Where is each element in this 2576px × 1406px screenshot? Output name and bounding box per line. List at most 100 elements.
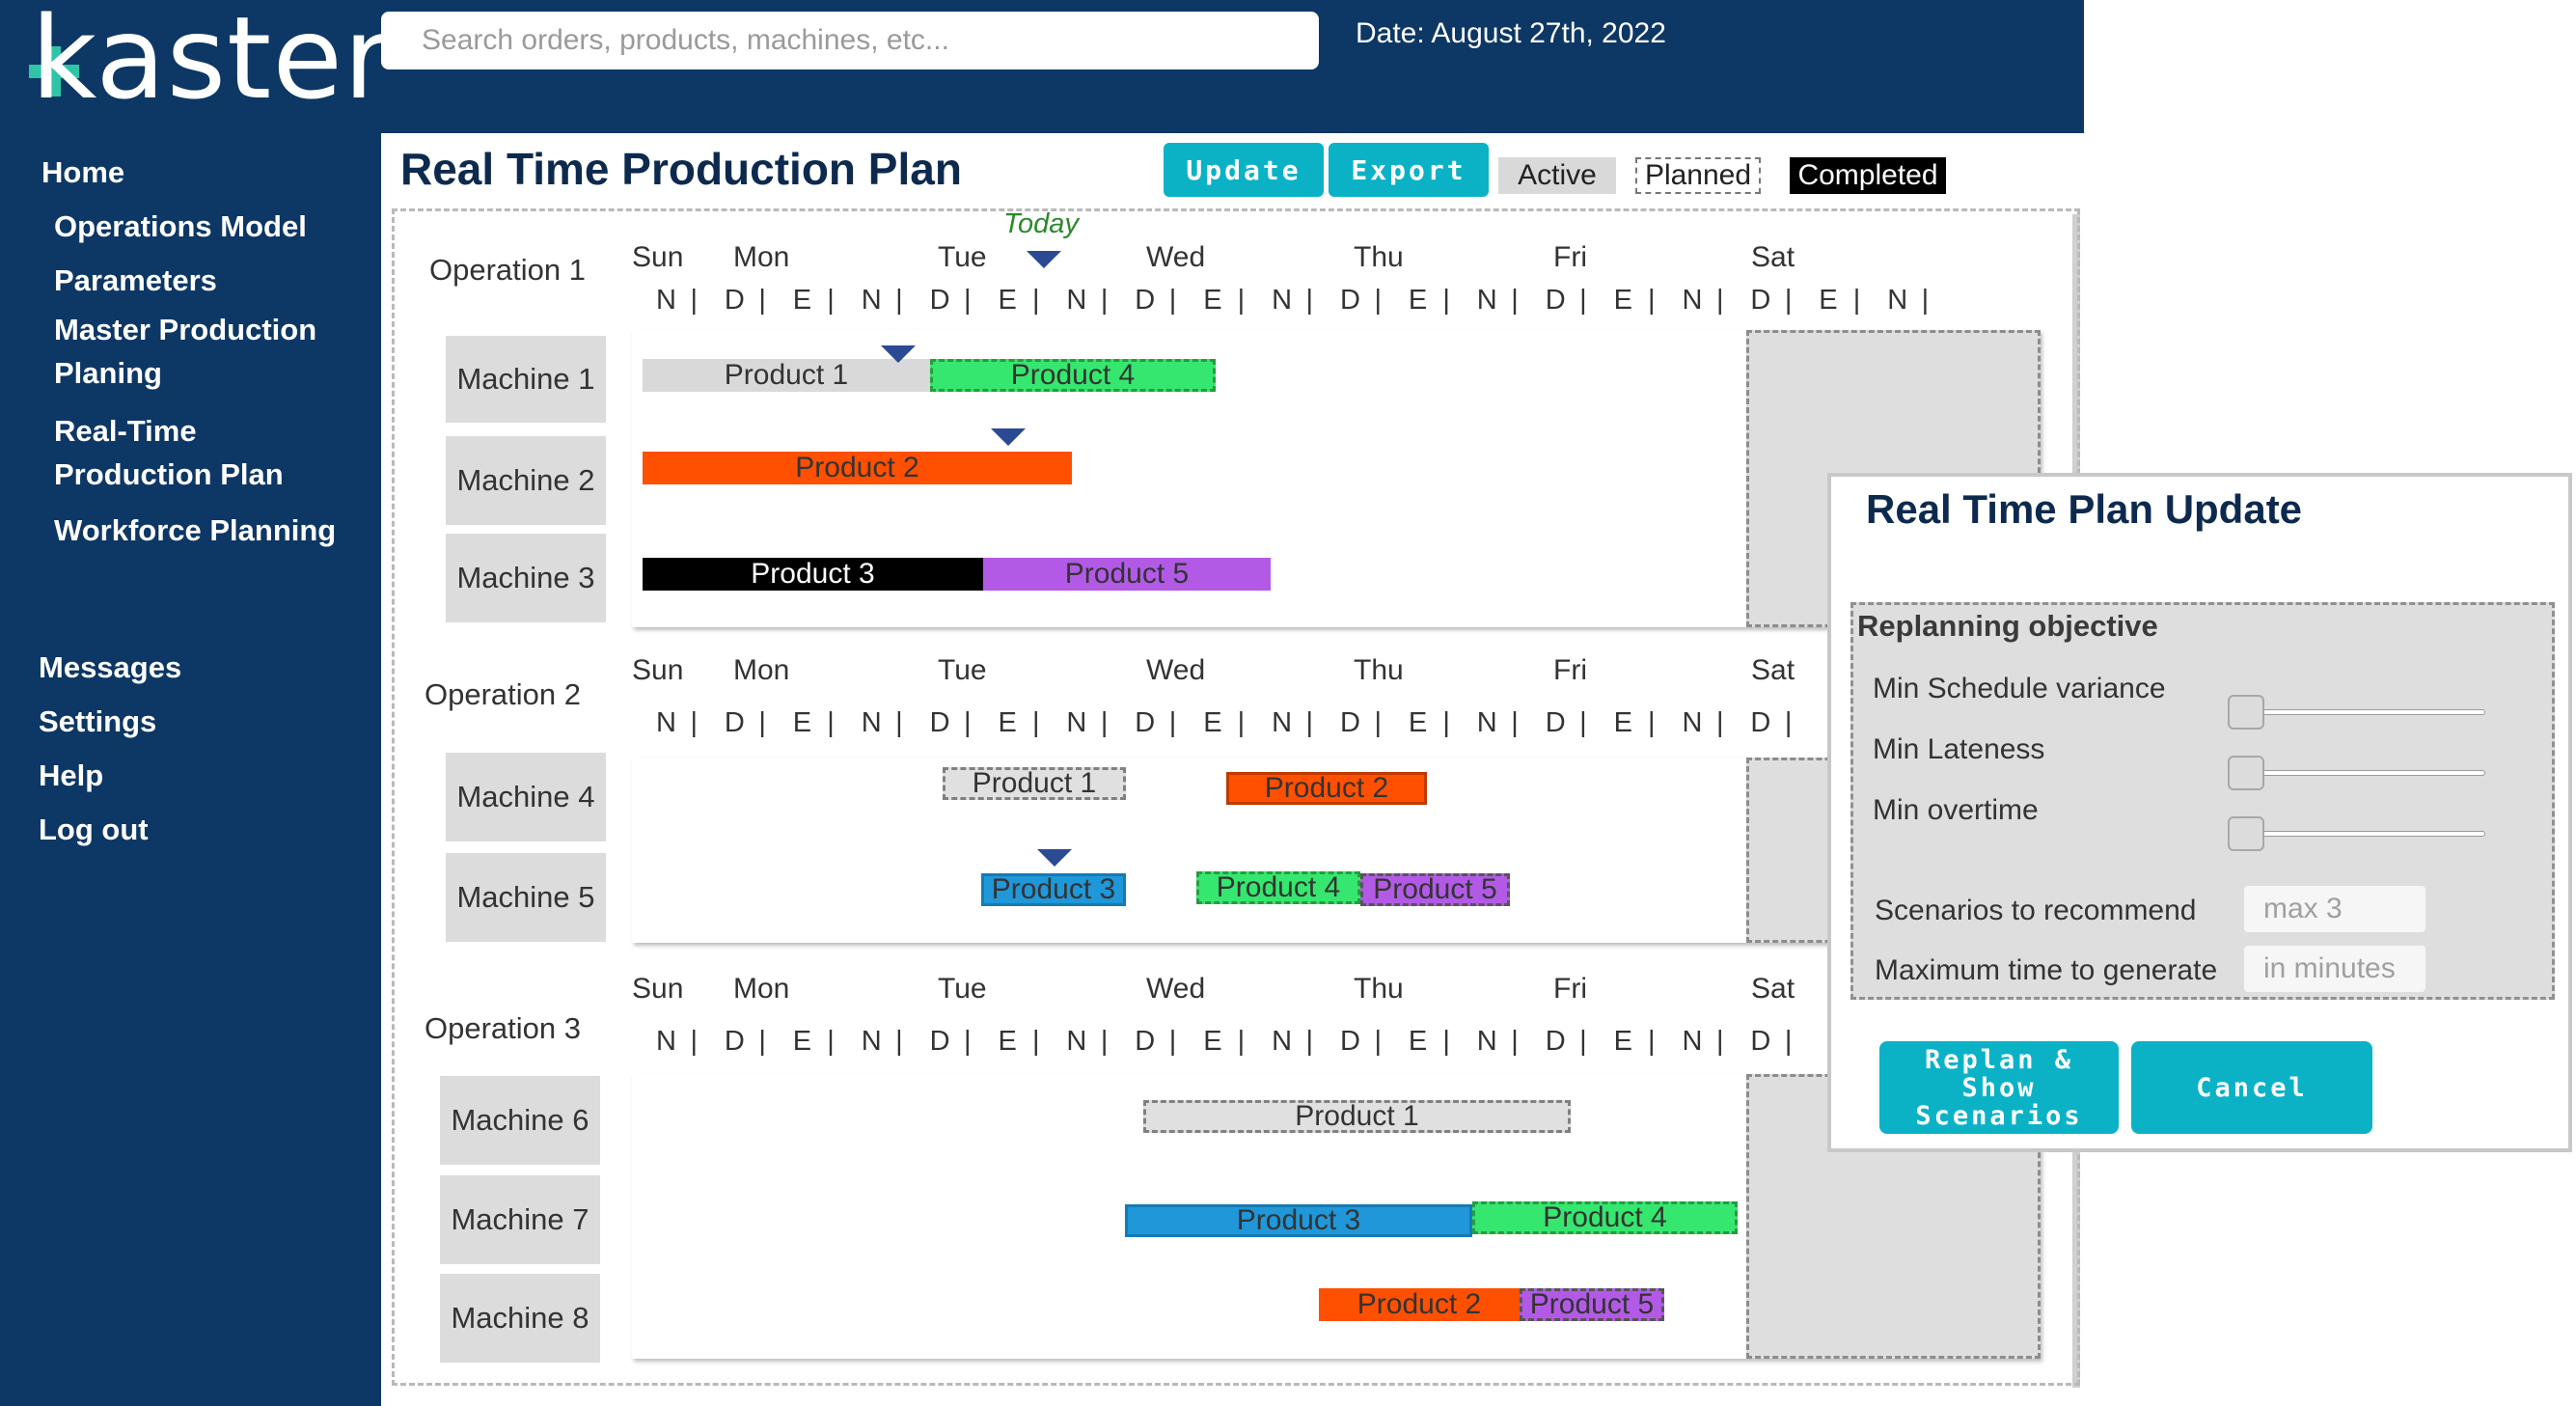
product-bar[interactable]: Product 1	[1143, 1100, 1571, 1133]
objective-slider-knob[interactable]	[2228, 756, 2264, 790]
nav-help[interactable]: Help	[39, 755, 103, 797]
shift-code: N	[1272, 707, 1293, 738]
day-label: Sat	[1751, 241, 1795, 273]
shift-code: |	[1511, 1026, 1519, 1057]
nav-master-production-line1[interactable]: Master Production	[54, 309, 316, 351]
shift-code: |	[1715, 1026, 1724, 1057]
nav-realtime-line2[interactable]: Production Plan	[54, 454, 284, 496]
nav-logout[interactable]: Log out	[39, 809, 149, 851]
shift-code: |	[690, 285, 698, 316]
shift-code: N	[1682, 707, 1703, 738]
shift-code: |	[1715, 285, 1724, 316]
nav-settings[interactable]: Settings	[39, 701, 156, 743]
replan-label-line1: Replan & Show	[1924, 1044, 2074, 1103]
cancel-button[interactable]: Cancel	[2131, 1041, 2372, 1134]
shift-code: N	[656, 707, 676, 738]
product-bar[interactable]: Product 4	[1472, 1201, 1738, 1234]
shift-code: D	[1340, 1026, 1360, 1057]
product-bar[interactable]: Product 1	[643, 359, 930, 392]
objective-slider-knob[interactable]	[2228, 816, 2264, 851]
day-label: Thu	[1354, 241, 1404, 273]
shift-code: N	[861, 707, 882, 738]
shift-code: |	[1237, 285, 1246, 316]
shift-code: D	[724, 1026, 745, 1057]
machine-label[interactable]: Machine 7	[440, 1175, 600, 1264]
product-bar[interactable]: Product 4	[930, 359, 1216, 392]
shift-code: N	[1887, 285, 1908, 316]
objective-slider-knob[interactable]	[2228, 695, 2264, 730]
product-bar[interactable]: Product 2	[1226, 772, 1427, 805]
objective-slider-track[interactable]	[2239, 831, 2485, 837]
nav-messages[interactable]: Messages	[39, 647, 181, 689]
shift-code: |	[1715, 707, 1724, 738]
machine-label[interactable]: Machine 2	[446, 436, 606, 525]
product-bar[interactable]: Product 3	[981, 873, 1126, 906]
product-bar[interactable]: Product 5	[983, 558, 1271, 591]
nav-operations-model[interactable]: Operations Model	[54, 206, 307, 248]
max-time-input[interactable]	[2244, 946, 2425, 992]
machine-label[interactable]: Machine 3	[446, 534, 606, 622]
day-label: Wed	[1146, 654, 1206, 686]
export-button[interactable]: Export	[1329, 143, 1489, 197]
shift-code: D	[1750, 285, 1771, 316]
nav-home[interactable]: Home	[41, 152, 124, 194]
shift-code: E	[1408, 707, 1428, 738]
search-input[interactable]	[381, 12, 1319, 69]
product-bar[interactable]: Product 2	[643, 452, 1072, 484]
product-bar[interactable]: Product 5	[1360, 873, 1510, 906]
machine-label[interactable]: Machine 6	[440, 1076, 600, 1165]
day-label: Mon	[733, 654, 790, 686]
shift-code: |	[895, 707, 903, 738]
progress-marker-icon	[1037, 849, 1072, 867]
shift-code: N	[1476, 707, 1497, 738]
day-label: Tue	[938, 654, 987, 686]
today-marker-icon	[1027, 251, 1061, 268]
product-bar[interactable]: Product 1	[943, 767, 1126, 800]
machine-label[interactable]: Machine 4	[446, 753, 606, 841]
shift-code: D	[1750, 1026, 1771, 1057]
product-bar[interactable]: Product 4	[1196, 871, 1360, 904]
shift-code: |	[758, 707, 766, 738]
page-title: Real Time Production Plan	[400, 144, 962, 194]
objective-slider-track[interactable]	[2239, 770, 2485, 776]
shift-code: N	[1272, 1026, 1293, 1057]
shift-code: |	[1579, 707, 1587, 738]
update-button[interactable]: Update	[1164, 143, 1324, 197]
shift-code: |	[690, 707, 698, 738]
objective-label: Min Schedule variance	[1873, 673, 2166, 704]
shift-code: |	[964, 285, 972, 316]
shift-code: |	[1852, 285, 1861, 316]
shift-code: N	[1476, 285, 1497, 316]
product-bar[interactable]: Product 5	[1520, 1288, 1664, 1321]
day-label: Thu	[1354, 973, 1404, 1005]
shift-code: D	[929, 1026, 950, 1057]
kaster-logo[interactable]: kaster	[29, 0, 390, 124]
machine-label[interactable]: Machine 8	[440, 1274, 600, 1363]
day-label: Mon	[733, 241, 790, 273]
shift-code: |	[1374, 707, 1382, 738]
nav-parameters[interactable]: Parameters	[54, 260, 217, 302]
machine-label[interactable]: Machine 5	[446, 853, 606, 942]
machine-label[interactable]: Machine 1	[446, 336, 606, 423]
shift-code: |	[895, 285, 903, 316]
product-bar[interactable]: Product 2	[1319, 1288, 1520, 1321]
legend-completed: Completed	[1790, 157, 1946, 194]
shift-code: |	[1100, 707, 1109, 738]
replan-show-scenarios-button[interactable]: Replan & Show Scenarios	[1879, 1041, 2119, 1134]
nav-workforce-planning[interactable]: Workforce Planning	[54, 510, 336, 552]
shift-code: N	[1272, 285, 1293, 316]
shift-code: N	[656, 1026, 676, 1057]
shift-code: N	[656, 285, 676, 316]
scenarios-input[interactable]	[2244, 886, 2425, 932]
product-bar[interactable]: Product 3	[1125, 1204, 1472, 1237]
product-bar[interactable]: Product 3	[643, 558, 983, 591]
shift-code: |	[1168, 707, 1177, 738]
objective-slider-track[interactable]	[2239, 709, 2485, 715]
shift-code: E	[1203, 707, 1222, 738]
nav-master-production-line2[interactable]: Planing	[54, 352, 162, 395]
shift-code: |	[758, 1026, 766, 1057]
nav-realtime-line1[interactable]: Real-Time	[54, 410, 197, 453]
shift-code: |	[1579, 1026, 1587, 1057]
shift-code: |	[827, 1026, 835, 1057]
shift-code: |	[827, 707, 835, 738]
